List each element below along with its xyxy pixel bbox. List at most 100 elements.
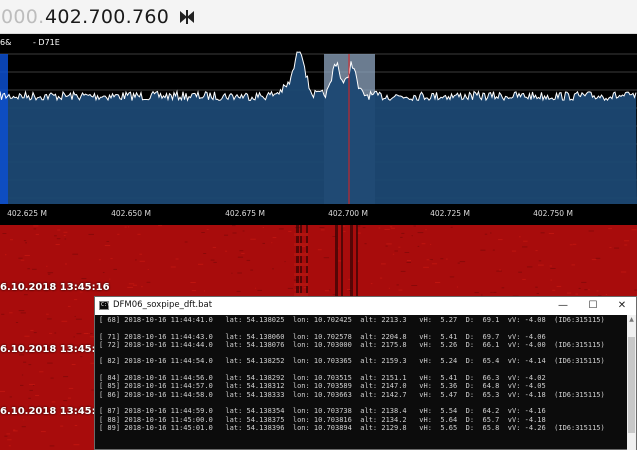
noise-speck: [28, 364, 32, 366]
scroll-up-arrow-icon[interactable]: ▲: [627, 315, 636, 324]
noise-speck: [141, 286, 143, 288]
noise-speck: [490, 232, 492, 234]
console-titlebar[interactable]: C:\ DFM06_soxpipe_dft.bat — ☐ ✕: [95, 297, 636, 315]
noise-speck: [484, 233, 488, 235]
freq-tick: 402.625 M: [7, 209, 47, 218]
noise-speck: [435, 282, 441, 283]
noise-speck: [40, 431, 46, 433]
noise-speck: [71, 364, 76, 365]
frequency-prefix[interactable]: 000.: [1, 6, 45, 28]
noise-speck: [411, 235, 413, 237]
noise-speck: [2, 233, 7, 234]
noise-speck: [63, 376, 69, 378]
noise-speck: [64, 238, 67, 240]
noise-speck: [237, 272, 242, 274]
left-edge-marker: [0, 54, 8, 204]
bowtie-icon[interactable]: [178, 8, 196, 26]
noise-speck: [88, 233, 94, 235]
noise-speck: [20, 384, 24, 386]
frequency-display[interactable]: 402.700.760: [45, 6, 169, 28]
noise-speck: [581, 281, 587, 283]
noise-speck: [239, 250, 244, 252]
noise-speck: [47, 273, 51, 275]
noise-speck: [73, 444, 80, 446]
noise-speck: [190, 282, 196, 283]
noise-speck: [396, 284, 399, 286]
noise-speck: [389, 226, 393, 228]
noise-speck: [232, 225, 236, 227]
noise-speck: [406, 262, 411, 263]
noise-speck: [198, 263, 204, 265]
noise-speck: [113, 268, 117, 270]
noise-speck: [9, 396, 12, 398]
noise-speck: [413, 225, 416, 227]
noise-speck: [236, 290, 241, 292]
noise-speck: [46, 265, 48, 267]
noise-speck: [32, 385, 35, 386]
noise-speck: [385, 245, 388, 247]
noise-speck: [63, 400, 68, 402]
noise-speck: [440, 258, 444, 260]
noise-speck: [98, 259, 101, 261]
noise-speck: [608, 228, 612, 230]
noise-speck: [56, 238, 61, 240]
noise-speck: [75, 318, 82, 320]
noise-speck: [175, 258, 179, 260]
noise-speck: [170, 266, 176, 268]
noise-speck: [231, 272, 233, 274]
console-line: [ 88] 2018-10-16 11:45:00.0 lat: 54.1383…: [99, 415, 546, 424]
noise-speck: [595, 257, 601, 259]
noise-speck: [57, 229, 61, 231]
noise-speck: [33, 332, 37, 334]
signal-gap: [294, 253, 308, 256]
noise-speck: [104, 245, 111, 246]
noise-speck: [61, 320, 68, 322]
noise-speck: [614, 247, 620, 249]
noise-speck: [23, 419, 25, 421]
noise-speck: [624, 244, 628, 246]
noise-speck: [21, 374, 24, 376]
noise-speck: [362, 227, 366, 229]
noise-speck: [55, 244, 60, 245]
console-line: [ 71] 2018-10-16 11:44:43.0 lat: 54.1380…: [99, 332, 546, 341]
noise-speck: [210, 259, 215, 261]
cmd-icon: C:\: [99, 301, 111, 310]
noise-speck: [272, 268, 274, 270]
noise-speck: [591, 259, 597, 261]
noise-speck: [23, 240, 27, 242]
maximize-button[interactable]: ☐: [578, 297, 608, 315]
noise-speck: [425, 229, 427, 231]
noise-speck: [378, 227, 381, 229]
noise-speck: [400, 270, 406, 272]
console-output[interactable]: [ 68] 2018-10-16 11:44:41.0 lat: 54.1380…: [99, 316, 627, 450]
noise-speck: [588, 289, 590, 291]
freq-tick: 402.750 M: [533, 209, 573, 218]
noise-speck: [10, 239, 13, 241]
noise-speck: [390, 227, 395, 229]
noise-speck: [522, 246, 528, 248]
spectrum-panel[interactable]: 6& - D71E 402.625 M 402.650 M 402.675 M …: [0, 34, 637, 225]
noise-speck: [278, 228, 284, 230]
noise-speck: [456, 286, 459, 288]
spectrum-plot[interactable]: [0, 34, 637, 225]
console-window[interactable]: C:\ DFM06_soxpipe_dft.bat — ☐ ✕ [ 68] 20…: [94, 296, 637, 450]
freq-tick: 402.700 M: [328, 209, 368, 218]
noise-speck: [87, 333, 91, 335]
scroll-thumb[interactable]: [628, 337, 635, 433]
close-button[interactable]: ✕: [607, 297, 637, 315]
noise-speck: [18, 257, 23, 259]
noise-speck: [271, 242, 273, 244]
noise-speck: [511, 250, 517, 252]
noise-speck: [379, 277, 383, 279]
freq-tick: 402.650 M: [111, 209, 151, 218]
minimize-button[interactable]: —: [548, 297, 578, 315]
noise-speck: [109, 278, 111, 280]
noise-speck: [54, 235, 57, 237]
console-title: DFM06_soxpipe_dft.bat: [113, 300, 213, 310]
console-scrollbar[interactable]: ▲: [627, 315, 636, 450]
noise-speck: [572, 243, 577, 245]
noise-speck: [9, 312, 13, 314]
